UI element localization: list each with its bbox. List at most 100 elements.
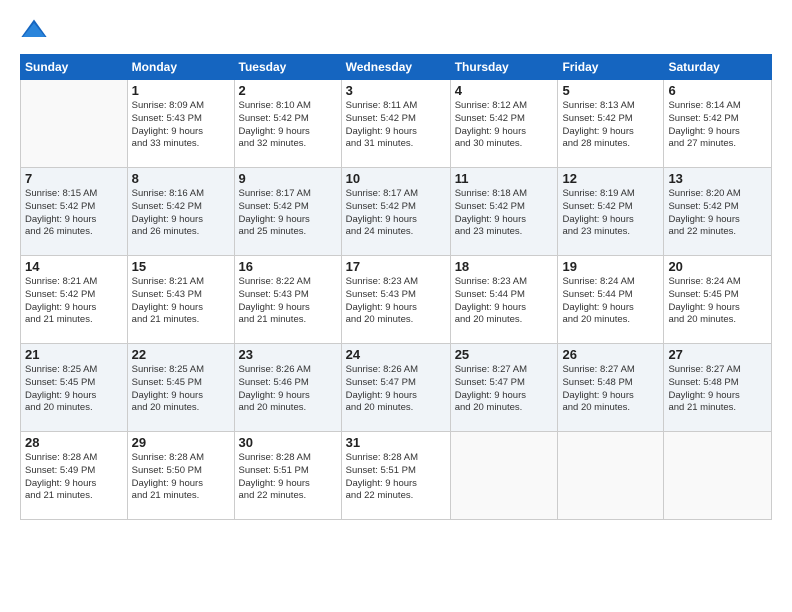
day-cell: 3 Sunrise: 8:11 AM Sunset: 5:42 PM Daylig… bbox=[341, 80, 450, 168]
day-number: 15 bbox=[132, 259, 230, 274]
day-number: 7 bbox=[25, 171, 123, 186]
day-number: 29 bbox=[132, 435, 230, 450]
day-number: 2 bbox=[239, 83, 337, 98]
day-cell: 22Sunrise: 8:25 AM Sunset: 5:45 PM Dayli… bbox=[127, 344, 234, 432]
day-cell: 28 Sunrise: 8:28 AM Sunset: 5:49 PM Dayli… bbox=[21, 432, 128, 520]
day-number: 1 bbox=[132, 83, 230, 98]
day-number: 30 bbox=[239, 435, 337, 450]
day-number: 10 bbox=[346, 171, 446, 186]
calendar-table: SundayMondayTuesdayWednesdayThursdayFrid… bbox=[20, 54, 772, 520]
day-info: Sunrise: 8:27 AM Sunset: 5:47 PM Dayligh… bbox=[455, 364, 554, 415]
day-info: Sunrise: 8:21 AM Sunset: 5:42 PM Dayligh… bbox=[25, 276, 123, 327]
day-cell: 12 Sunrise: 8:19 AM Sunset: 5:42 PM Dayli… bbox=[558, 168, 664, 256]
day-info: Sunrise: 8:28 AM Sunset: 5:49 PM Dayligh… bbox=[25, 452, 123, 503]
day-info: Sunrise: 8:16 AM Sunset: 5:42 PM Dayligh… bbox=[132, 188, 230, 239]
day-cell: 14 Sunrise: 8:21 AM Sunset: 5:42 PM Dayli… bbox=[21, 256, 128, 344]
day-info: Sunrise: 8:09 AM Sunset: 5:43 PM Dayligh… bbox=[132, 100, 230, 151]
day-info: Sunrise: 8:12 AM Sunset: 5:42 PM Dayligh… bbox=[455, 100, 554, 151]
day-info: Sunrise: 8:23 AM Sunset: 5:44 PM Dayligh… bbox=[455, 276, 554, 327]
day-number: 28 bbox=[25, 435, 123, 450]
day-number: 9 bbox=[239, 171, 337, 186]
day-info: Sunrise: 8:28 AM Sunset: 5:51 PM Dayligh… bbox=[239, 452, 337, 503]
day-info: Sunrise: 8:11 AM Sunset: 5:42 PM Dayligh… bbox=[346, 100, 446, 151]
day-number: 24 bbox=[346, 347, 446, 362]
week-row-2: 14 Sunrise: 8:21 AM Sunset: 5:42 PM Dayli… bbox=[21, 256, 772, 344]
col-header-wednesday: Wednesday bbox=[341, 55, 450, 80]
day-info: Sunrise: 8:24 AM Sunset: 5:44 PM Dayligh… bbox=[562, 276, 659, 327]
day-info: Sunrise: 8:27 AM Sunset: 5:48 PM Dayligh… bbox=[562, 364, 659, 415]
col-header-tuesday: Tuesday bbox=[234, 55, 341, 80]
day-cell: 1 Sunrise: 8:09 AM Sunset: 5:43 PM Daylig… bbox=[127, 80, 234, 168]
day-info: Sunrise: 8:14 AM Sunset: 5:42 PM Dayligh… bbox=[668, 100, 767, 151]
day-number: 14 bbox=[25, 259, 123, 274]
day-cell: 31 Sunrise: 8:28 AM Sunset: 5:51 PM Dayli… bbox=[341, 432, 450, 520]
day-cell: 27Sunrise: 8:27 AM Sunset: 5:48 PM Dayli… bbox=[664, 344, 772, 432]
calendar-header: SundayMondayTuesdayWednesdayThursdayFrid… bbox=[21, 55, 772, 80]
day-cell bbox=[450, 432, 558, 520]
day-cell: 7 Sunrise: 8:15 AM Sunset: 5:42 PM Daylig… bbox=[21, 168, 128, 256]
day-number: 23 bbox=[239, 347, 337, 362]
day-cell: 4 Sunrise: 8:12 AM Sunset: 5:42 PM Daylig… bbox=[450, 80, 558, 168]
day-number: 5 bbox=[562, 83, 659, 98]
day-number: 19 bbox=[562, 259, 659, 274]
day-info: Sunrise: 8:26 AM Sunset: 5:46 PM Dayligh… bbox=[239, 364, 337, 415]
day-number: 12 bbox=[562, 171, 659, 186]
day-info: Sunrise: 8:26 AM Sunset: 5:47 PM Dayligh… bbox=[346, 364, 446, 415]
day-info: Sunrise: 8:27 AM Sunset: 5:48 PM Dayligh… bbox=[668, 364, 767, 415]
day-number: 18 bbox=[455, 259, 554, 274]
day-info: Sunrise: 8:10 AM Sunset: 5:42 PM Dayligh… bbox=[239, 100, 337, 151]
day-info: Sunrise: 8:23 AM Sunset: 5:43 PM Dayligh… bbox=[346, 276, 446, 327]
week-row-0: 1 Sunrise: 8:09 AM Sunset: 5:43 PM Daylig… bbox=[21, 80, 772, 168]
day-number: 25 bbox=[455, 347, 554, 362]
day-cell bbox=[21, 80, 128, 168]
day-number: 26 bbox=[562, 347, 659, 362]
day-info: Sunrise: 8:13 AM Sunset: 5:42 PM Dayligh… bbox=[562, 100, 659, 151]
week-row-1: 7 Sunrise: 8:15 AM Sunset: 5:42 PM Daylig… bbox=[21, 168, 772, 256]
day-info: Sunrise: 8:17 AM Sunset: 5:42 PM Dayligh… bbox=[239, 188, 337, 239]
day-cell: 8 Sunrise: 8:16 AM Sunset: 5:42 PM Daylig… bbox=[127, 168, 234, 256]
day-cell bbox=[558, 432, 664, 520]
day-info: Sunrise: 8:28 AM Sunset: 5:51 PM Dayligh… bbox=[346, 452, 446, 503]
day-cell: 13Sunrise: 8:20 AM Sunset: 5:42 PM Dayli… bbox=[664, 168, 772, 256]
day-cell: 24 Sunrise: 8:26 AM Sunset: 5:47 PM Dayli… bbox=[341, 344, 450, 432]
col-header-sunday: Sunday bbox=[21, 55, 128, 80]
day-cell: 10 Sunrise: 8:17 AM Sunset: 5:42 PM Dayli… bbox=[341, 168, 450, 256]
day-number: 31 bbox=[346, 435, 446, 450]
day-cell: 19 Sunrise: 8:24 AM Sunset: 5:44 PM Dayli… bbox=[558, 256, 664, 344]
day-cell: 25 Sunrise: 8:27 AM Sunset: 5:47 PM Dayli… bbox=[450, 344, 558, 432]
day-cell: 6 Sunrise: 8:14 AM Sunset: 5:42 PM Daylig… bbox=[664, 80, 772, 168]
day-cell: 5 Sunrise: 8:13 AM Sunset: 5:42 PM Daylig… bbox=[558, 80, 664, 168]
week-row-3: 21 Sunrise: 8:25 AM Sunset: 5:45 PM Dayli… bbox=[21, 344, 772, 432]
calendar-body: 1 Sunrise: 8:09 AM Sunset: 5:43 PM Daylig… bbox=[21, 80, 772, 520]
week-row-4: 28 Sunrise: 8:28 AM Sunset: 5:49 PM Dayli… bbox=[21, 432, 772, 520]
day-info: Sunrise: 8:22 AM Sunset: 5:43 PM Dayligh… bbox=[239, 276, 337, 327]
day-number: 3 bbox=[346, 83, 446, 98]
day-cell: 16 Sunrise: 8:22 AM Sunset: 5:43 PM Dayli… bbox=[234, 256, 341, 344]
day-cell: 9 Sunrise: 8:17 AM Sunset: 5:42 PM Daylig… bbox=[234, 168, 341, 256]
col-header-monday: Monday bbox=[127, 55, 234, 80]
day-number: 11 bbox=[455, 171, 554, 186]
day-info: Sunrise: 8:21 AM Sunset: 5:43 PM Dayligh… bbox=[132, 276, 230, 327]
day-number: 16 bbox=[239, 259, 337, 274]
page: SundayMondayTuesdayWednesdayThursdayFrid… bbox=[0, 0, 792, 612]
day-number: 4 bbox=[455, 83, 554, 98]
day-info: Sunrise: 8:15 AM Sunset: 5:42 PM Dayligh… bbox=[25, 188, 123, 239]
day-number: 20 bbox=[668, 259, 767, 274]
day-number: 6 bbox=[668, 83, 767, 98]
day-cell: 21 Sunrise: 8:25 AM Sunset: 5:45 PM Dayli… bbox=[21, 344, 128, 432]
day-number: 13 bbox=[668, 171, 767, 186]
day-cell: 20Sunrise: 8:24 AM Sunset: 5:45 PM Dayli… bbox=[664, 256, 772, 344]
logo bbox=[20, 16, 50, 44]
day-number: 8 bbox=[132, 171, 230, 186]
day-info: Sunrise: 8:25 AM Sunset: 5:45 PM Dayligh… bbox=[25, 364, 123, 415]
day-cell: 11Sunrise: 8:18 AM Sunset: 5:42 PM Dayli… bbox=[450, 168, 558, 256]
day-info: Sunrise: 8:28 AM Sunset: 5:50 PM Dayligh… bbox=[132, 452, 230, 503]
day-number: 17 bbox=[346, 259, 446, 274]
day-info: Sunrise: 8:17 AM Sunset: 5:42 PM Dayligh… bbox=[346, 188, 446, 239]
day-number: 21 bbox=[25, 347, 123, 362]
day-cell: 2 Sunrise: 8:10 AM Sunset: 5:42 PM Daylig… bbox=[234, 80, 341, 168]
header-row: SundayMondayTuesdayWednesdayThursdayFrid… bbox=[21, 55, 772, 80]
day-cell: 18 Sunrise: 8:23 AM Sunset: 5:44 PM Dayli… bbox=[450, 256, 558, 344]
day-info: Sunrise: 8:19 AM Sunset: 5:42 PM Dayligh… bbox=[562, 188, 659, 239]
day-info: Sunrise: 8:25 AM Sunset: 5:45 PM Dayligh… bbox=[132, 364, 230, 415]
